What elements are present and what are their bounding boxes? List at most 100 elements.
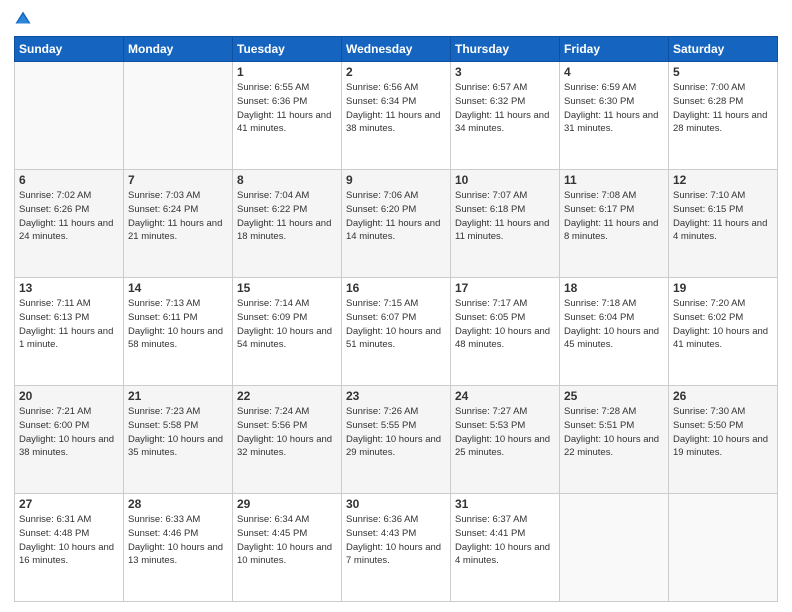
week-row-1: 1Sunrise: 6:55 AM Sunset: 6:36 PM Daylig… [15,62,778,170]
day-cell: 19 Sunrise: 7:20 AM Sunset: 6:02 PM Dayli… [669,278,778,386]
day-number: 30 [346,497,446,511]
day-cell: 17 Sunrise: 7:17 AM Sunset: 6:05 PM Dayli… [451,278,560,386]
day-cell [669,494,778,602]
day-info: Sunrise: 6:34 AM Sunset: 4:45 PM Dayligh… [237,513,337,568]
day-number: 26 [673,389,773,403]
day-cell: 29 Sunrise: 6:34 AM Sunset: 4:45 PM Dayli… [233,494,342,602]
day-info: Sunrise: 7:23 AM Sunset: 5:58 PM Dayligh… [128,405,228,460]
day-info: Sunrise: 7:20 AM Sunset: 6:02 PM Dayligh… [673,297,773,352]
day-info: Sunrise: 7:24 AM Sunset: 5:56 PM Dayligh… [237,405,337,460]
day-number: 24 [455,389,555,403]
day-number: 29 [237,497,337,511]
day-number: 9 [346,173,446,187]
day-number: 5 [673,65,773,79]
day-number: 8 [237,173,337,187]
day-number: 1 [237,65,337,79]
day-cell: 11Sunrise: 7:08 AM Sunset: 6:17 PM Dayli… [560,170,669,278]
header [14,10,778,28]
day-info: Sunrise: 7:21 AM Sunset: 6:00 PM Dayligh… [19,405,119,460]
day-number: 12 [673,173,773,187]
day-cell: 18Sunrise: 7:18 AM Sunset: 6:04 PM Dayli… [560,278,669,386]
day-number: 7 [128,173,228,187]
weekday-header-thursday: Thursday [451,37,560,62]
calendar-table: SundayMondayTuesdayWednesdayThursdayFrid… [14,36,778,602]
day-info: Sunrise: 7:00 AM Sunset: 6:28 PM Dayligh… [673,81,773,136]
day-cell: 20 Sunrise: 7:21 AM Sunset: 6:00 PM Dayli… [15,386,124,494]
day-info: Sunrise: 7:17 AM Sunset: 6:05 PM Dayligh… [455,297,555,352]
day-number: 14 [128,281,228,295]
day-info: Sunrise: 7:04 AM Sunset: 6:22 PM Dayligh… [237,189,337,244]
day-number: 16 [346,281,446,295]
day-cell: 12 Sunrise: 7:10 AM Sunset: 6:15 PM Dayli… [669,170,778,278]
day-info: Sunrise: 7:07 AM Sunset: 6:18 PM Dayligh… [455,189,555,244]
logo [14,10,34,28]
day-info: Sunrise: 7:02 AM Sunset: 6:26 PM Dayligh… [19,189,119,244]
day-cell: 23Sunrise: 7:26 AM Sunset: 5:55 PM Dayli… [342,386,451,494]
day-info: Sunrise: 7:03 AM Sunset: 6:24 PM Dayligh… [128,189,228,244]
day-cell: 26 Sunrise: 7:30 AM Sunset: 5:50 PM Dayli… [669,386,778,494]
day-info: Sunrise: 6:36 AM Sunset: 4:43 PM Dayligh… [346,513,446,568]
day-number: 13 [19,281,119,295]
weekday-header-row: SundayMondayTuesdayWednesdayThursdayFrid… [15,37,778,62]
day-cell: 7 Sunrise: 7:03 AM Sunset: 6:24 PM Daylig… [124,170,233,278]
day-cell: 13 Sunrise: 7:11 AM Sunset: 6:13 PM Dayli… [15,278,124,386]
day-cell: 10 Sunrise: 7:07 AM Sunset: 6:18 PM Dayli… [451,170,560,278]
day-number: 10 [455,173,555,187]
day-number: 2 [346,65,446,79]
week-row-4: 20 Sunrise: 7:21 AM Sunset: 6:00 PM Dayli… [15,386,778,494]
day-info: Sunrise: 7:08 AM Sunset: 6:17 PM Dayligh… [564,189,664,244]
day-number: 19 [673,281,773,295]
day-cell [124,62,233,170]
weekday-header-monday: Monday [124,37,233,62]
day-number: 27 [19,497,119,511]
week-row-2: 6 Sunrise: 7:02 AM Sunset: 6:26 PM Daylig… [15,170,778,278]
week-row-5: 27 Sunrise: 6:31 AM Sunset: 4:48 PM Dayli… [15,494,778,602]
day-cell: 16 Sunrise: 7:15 AM Sunset: 6:07 PM Dayli… [342,278,451,386]
day-cell: 9 Sunrise: 7:06 AM Sunset: 6:20 PM Daylig… [342,170,451,278]
weekday-header-wednesday: Wednesday [342,37,451,62]
day-cell: 5 Sunrise: 7:00 AM Sunset: 6:28 PM Daylig… [669,62,778,170]
day-cell: 2 Sunrise: 6:56 AM Sunset: 6:34 PM Daylig… [342,62,451,170]
day-cell: 28 Sunrise: 6:33 AM Sunset: 4:46 PM Dayli… [124,494,233,602]
day-cell: 27 Sunrise: 6:31 AM Sunset: 4:48 PM Dayli… [15,494,124,602]
day-info: Sunrise: 6:37 AM Sunset: 4:41 PM Dayligh… [455,513,555,568]
page: SundayMondayTuesdayWednesdayThursdayFrid… [0,0,792,612]
day-info: Sunrise: 7:27 AM Sunset: 5:53 PM Dayligh… [455,405,555,460]
day-cell: 25 Sunrise: 7:28 AM Sunset: 5:51 PM Dayli… [560,386,669,494]
weekday-header-sunday: Sunday [15,37,124,62]
day-cell: 4Sunrise: 6:59 AM Sunset: 6:30 PM Daylig… [560,62,669,170]
day-info: Sunrise: 6:57 AM Sunset: 6:32 PM Dayligh… [455,81,555,136]
day-cell [15,62,124,170]
day-cell [560,494,669,602]
day-info: Sunrise: 6:33 AM Sunset: 4:46 PM Dayligh… [128,513,228,568]
day-cell: 1Sunrise: 6:55 AM Sunset: 6:36 PM Daylig… [233,62,342,170]
logo-icon [14,10,32,28]
day-info: Sunrise: 6:56 AM Sunset: 6:34 PM Dayligh… [346,81,446,136]
day-info: Sunrise: 6:31 AM Sunset: 4:48 PM Dayligh… [19,513,119,568]
weekday-header-friday: Friday [560,37,669,62]
day-number: 15 [237,281,337,295]
day-number: 28 [128,497,228,511]
day-info: Sunrise: 7:13 AM Sunset: 6:11 PM Dayligh… [128,297,228,352]
weekday-header-tuesday: Tuesday [233,37,342,62]
day-info: Sunrise: 7:06 AM Sunset: 6:20 PM Dayligh… [346,189,446,244]
day-info: Sunrise: 7:30 AM Sunset: 5:50 PM Dayligh… [673,405,773,460]
weekday-header-saturday: Saturday [669,37,778,62]
day-info: Sunrise: 7:28 AM Sunset: 5:51 PM Dayligh… [564,405,664,460]
day-info: Sunrise: 7:11 AM Sunset: 6:13 PM Dayligh… [19,297,119,352]
day-info: Sunrise: 7:10 AM Sunset: 6:15 PM Dayligh… [673,189,773,244]
day-number: 4 [564,65,664,79]
day-info: Sunrise: 7:26 AM Sunset: 5:55 PM Dayligh… [346,405,446,460]
day-number: 6 [19,173,119,187]
day-number: 17 [455,281,555,295]
day-info: Sunrise: 7:18 AM Sunset: 6:04 PM Dayligh… [564,297,664,352]
day-cell: 15Sunrise: 7:14 AM Sunset: 6:09 PM Dayli… [233,278,342,386]
day-cell: 30 Sunrise: 6:36 AM Sunset: 4:43 PM Dayli… [342,494,451,602]
day-info: Sunrise: 7:15 AM Sunset: 6:07 PM Dayligh… [346,297,446,352]
day-cell: 24 Sunrise: 7:27 AM Sunset: 5:53 PM Dayli… [451,386,560,494]
day-cell: 31 Sunrise: 6:37 AM Sunset: 4:41 PM Dayli… [451,494,560,602]
day-number: 20 [19,389,119,403]
day-number: 31 [455,497,555,511]
day-number: 25 [564,389,664,403]
day-cell: 6 Sunrise: 7:02 AM Sunset: 6:26 PM Daylig… [15,170,124,278]
